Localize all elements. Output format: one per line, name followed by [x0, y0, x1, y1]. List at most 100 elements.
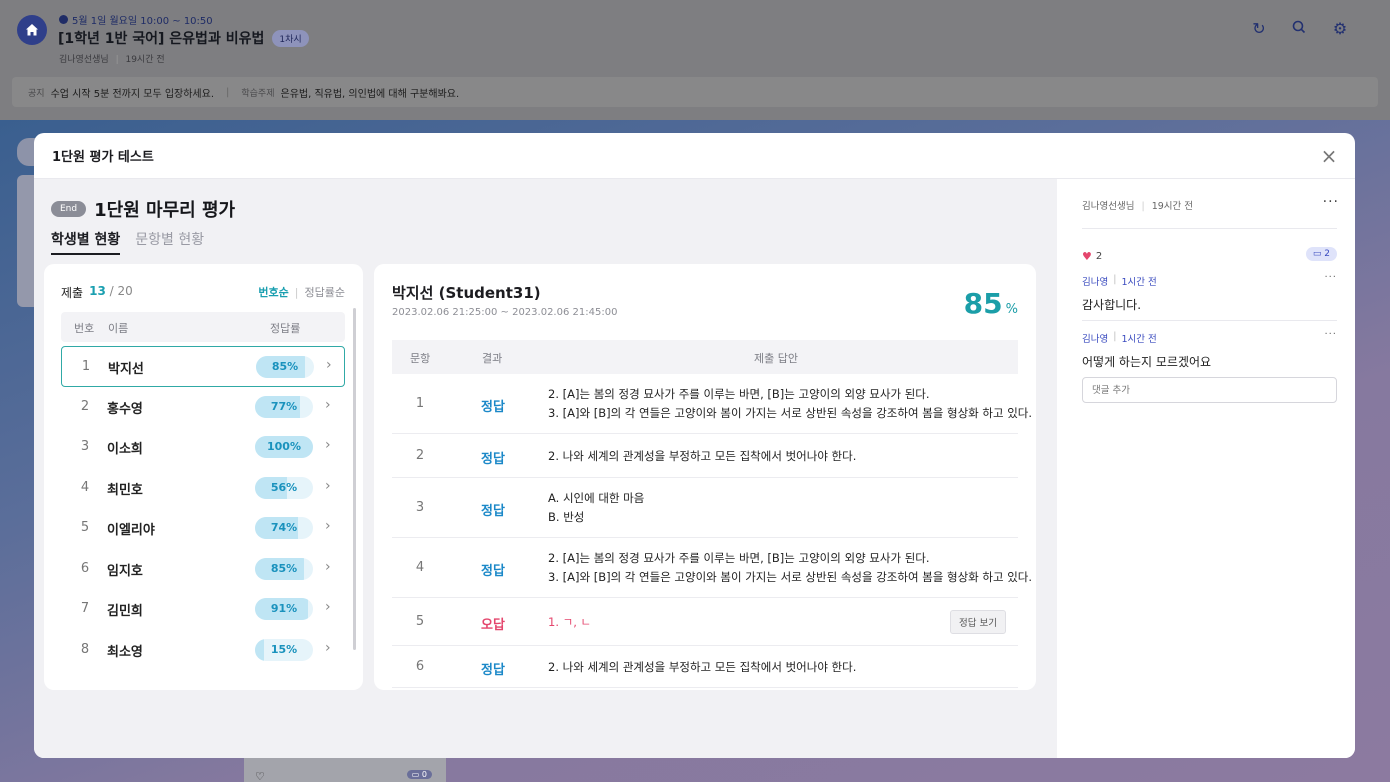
heart-icon[interactable]: ♡: [255, 770, 265, 782]
rate-text: 56%: [270, 480, 298, 494]
class-title: [1학년 1반 국어] 은유법과 비유법 1차시: [58, 28, 309, 48]
rate-pill: 91%: [255, 598, 313, 620]
chevron-right-icon: ›: [325, 396, 331, 413]
test-modal: 1단원 평가 테스트 × End 1단원 마무리 평가 학생별 현황 문항별 현…: [34, 133, 1355, 758]
submit-summary: 제출 13 / 20: [61, 284, 133, 301]
student-name: 임지호: [107, 563, 143, 579]
submitted-answer: 2. 나와 세계의 관계성을 부정하고 모든 집착에서 벗어나야 한다.: [548, 658, 856, 677]
col-number: 번호: [74, 322, 95, 335]
refresh-icon[interactable]: ↻: [1249, 19, 1269, 39]
student-number: 2: [80, 398, 90, 414]
submitted-answer: 2. 나와 세계의 관계성을 부정하고 모든 집착에서 벗어나야 한다.: [548, 447, 856, 466]
question-number: 1: [415, 396, 425, 411]
student-row[interactable]: 2 홍수영 77% ›: [61, 387, 345, 428]
rate-pill: 15%: [255, 638, 313, 661]
chevron-right-icon: ›: [325, 639, 331, 656]
view-answer-button[interactable]: 정답 보기: [950, 610, 1006, 634]
answer-row: 5 오답 1. ㄱ, ㄴ 정답 보기: [392, 598, 1018, 646]
post-author: 김나영선생님: [1082, 201, 1135, 212]
student-row[interactable]: 5 이엘리야 74% ›: [61, 508, 345, 549]
home-icon: [26, 24, 38, 36]
student-number: 6: [80, 560, 90, 576]
student-detail-panel: 박지선 (Student31) 2023.02.06 21:25:00 ~ 20…: [374, 264, 1036, 690]
divider: [1082, 320, 1337, 321]
modal-header: 1단원 평가 테스트 ×: [34, 133, 1355, 179]
comment-input[interactable]: [1082, 377, 1337, 403]
student-row[interactable]: 1 박지선 85% ›: [61, 346, 345, 387]
rate-pill: 85%: [255, 557, 313, 580]
student-row[interactable]: 7 김민희 91% ›: [61, 589, 345, 630]
search-icon[interactable]: [1289, 19, 1309, 39]
answer-result: 정답: [481, 452, 505, 467]
session-badge: 1차시: [272, 29, 309, 47]
submitted-answer: 2. [A]는 봄의 정경 묘사가 주를 이루는 바면, [B]는 고양이의 외…: [548, 385, 1032, 423]
score-unit: %: [1005, 302, 1018, 317]
tab-bar: 학생별 현황 문항별 현황: [51, 229, 204, 255]
comment-item: 김나영 | 1시간 전 ··· 어떻게 하는지 모르겠어요: [1082, 329, 1337, 369]
student-name: 김민희: [107, 604, 143, 619]
tab-by-student[interactable]: 학생별 현황: [51, 229, 121, 255]
more-options-icon[interactable]: ···: [1323, 194, 1339, 210]
settings-icon[interactable]: ⚙: [1330, 19, 1350, 39]
student-name: 최민호: [107, 482, 143, 498]
post-time: 19시간 전: [1151, 201, 1194, 212]
like-button[interactable]: ♥ 2: [1082, 250, 1102, 263]
answer-result: 정답: [481, 663, 505, 678]
student-name: 이엘리야: [107, 523, 155, 538]
answer-row: 4 정답 2. [A]는 봄의 정경 묘사가 주를 이루는 바면, [B]는 고양이…: [392, 538, 1032, 598]
rate-pill: 77%: [255, 395, 313, 418]
more-options-icon[interactable]: ···: [1324, 329, 1337, 340]
student-row[interactable]: 4 최민호 56% ›: [61, 468, 345, 509]
answer-line: A. 시인에 대한 마음: [548, 491, 645, 505]
submission-time: 2023.02.06 21:25:00 ~ 2023.02.06 21:45:0…: [392, 307, 618, 318]
sort-by-rate[interactable]: 정답률순: [305, 284, 345, 300]
class-date: 5월 1일 월요일 10:00 ~ 10:50: [59, 12, 213, 27]
submitted-answer: 2. [A]는 봄의 정경 묘사가 주를 이루는 바면, [B]는 고양이의 외…: [548, 549, 1032, 587]
student-row[interactable]: 6 임지호 85% ›: [61, 549, 345, 590]
chevron-right-icon: ›: [325, 477, 331, 494]
close-icon[interactable]: ×: [1319, 146, 1339, 166]
comment-text: 어떻게 하는지 모르겠어요: [1082, 355, 1212, 369]
rate-text: 15%: [270, 642, 298, 656]
total-count: / 20: [109, 284, 133, 298]
chevron-right-icon: ›: [326, 357, 332, 373]
rate-text: 100%: [267, 440, 301, 453]
student-name: 박지선 (Student31): [392, 284, 541, 302]
student-name: 홍수영: [107, 401, 143, 417]
comment-icon: ▭: [1312, 249, 1322, 259]
home-button[interactable]: [17, 15, 47, 45]
rate-text: 91%: [270, 602, 298, 615]
section-title: 1단원 마무리 평가: [94, 200, 236, 221]
student-name: 최소영: [107, 644, 143, 660]
submitted-answer: 1. ㄱ, ㄴ: [548, 613, 591, 632]
class-title-text: [1학년 1반 국어] 은유법과 비유법: [58, 31, 265, 47]
rate-pill: 74%: [255, 517, 313, 539]
notice-text: 수업 시작 5분 전까지 모두 입장하세요.: [50, 88, 214, 100]
student-name: 이소희: [107, 442, 143, 457]
answer-line: 3. [A]와 [B]의 각 연들은 고양이와 봄이 가지는 서로 상반된 속성…: [548, 570, 1033, 584]
answer-result: 정답: [481, 504, 505, 519]
answer-line: 2. 나와 세계의 관계성을 부정하고 모든 집착에서 벗어나야 한다.: [548, 659, 857, 674]
heart-icon: ♥: [1082, 250, 1092, 263]
topic-label: 학습주제: [241, 88, 275, 99]
student-number: 3: [80, 439, 90, 454]
sort-by-number[interactable]: 번호순: [258, 284, 288, 300]
answer-table: 1 정답 2. [A]는 봄의 정경 묘사가 주를 이루는 바면, [B]는 고양이…: [392, 374, 1032, 688]
modal-title: 1단원 평가 테스트: [52, 150, 154, 165]
rate-text: 85%: [270, 561, 298, 575]
tab-by-question[interactable]: 문항별 현황: [135, 229, 204, 255]
modal-body: End 1단원 마무리 평가 학생별 현황 문항별 현황 제출 13 / 20 …: [34, 179, 1057, 758]
chevron-right-icon: ›: [325, 437, 331, 453]
students-panel: 제출 13 / 20 번호순 | 정답률순 번호 이름 정답률 1 박지선 85% ›…: [44, 264, 363, 690]
rate-text: 77%: [270, 399, 298, 413]
student-number: 8: [80, 641, 90, 657]
student-list-scrollbar[interactable]: [353, 308, 356, 650]
answer-result: 오답: [481, 618, 505, 633]
student-row[interactable]: 8 최소영 15% ›: [61, 630, 345, 671]
student-row[interactable]: 3 이소희 100% ›: [61, 427, 345, 468]
more-options-icon[interactable]: ···: [1324, 272, 1337, 283]
student-number: 7: [80, 601, 90, 616]
notice-label: 공지: [28, 88, 45, 99]
rate-text: 74%: [270, 521, 298, 534]
class-time-ago: 19시간 전: [125, 55, 165, 65]
